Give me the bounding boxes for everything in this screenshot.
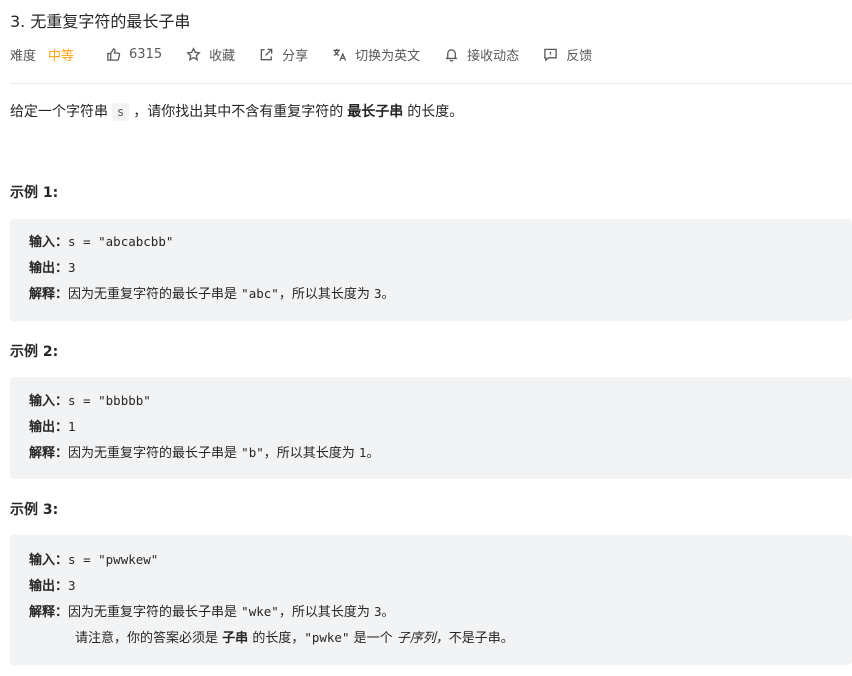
note-end: 不是子串。 — [448, 631, 514, 646]
output-label: 输出： — [29, 579, 69, 594]
example-2-heading: 示例 2: — [10, 344, 59, 360]
output-label: 输出： — [29, 261, 69, 276]
favorite-label: 收藏 — [209, 48, 236, 64]
notify-button[interactable]: 接收动态 — [444, 45, 519, 64]
share-label: 分享 — [282, 48, 309, 64]
problem-title: 3. 无重复字符的最长子串 — [10, 12, 191, 31]
translate-button[interactable]: 切换为英文 — [332, 45, 420, 64]
feedback-button[interactable]: 反馈 — [543, 45, 592, 64]
description-var: s — [112, 103, 130, 121]
example-1-input: 输入：s = "abcabcbb" — [29, 232, 173, 253]
problem-meta-bar: 难度 中等 6315 收藏 分享 切换为英文 接收动态 反馈 — [10, 44, 616, 64]
input-label: 输入： — [29, 235, 69, 250]
example-2-input: 输入：s = "bbbbb" — [29, 391, 151, 412]
example-3-output: 输出：3 — [29, 576, 76, 597]
explanation-pre: 因为无重复字符的最长子串是 — [68, 446, 238, 461]
explanation-pre: 因为无重复字符的最长子串是 — [68, 605, 238, 620]
divider — [10, 83, 852, 84]
note-pre: 请注意，你的答案必须是 — [75, 631, 219, 646]
difficulty-label: 难度 — [10, 48, 37, 64]
share-icon — [260, 48, 273, 60]
example-2-output-value: 1 — [68, 419, 76, 434]
example-1-input-value: s = "abcabcbb" — [68, 234, 174, 249]
notify-label: 接收动态 — [467, 48, 520, 64]
note-is: 是一个 — [353, 631, 393, 646]
problem-description: 给定一个字符串 s ，请你找出其中不含有重复字符的 最长子串 的长度。 — [10, 100, 463, 124]
input-label: 输入： — [29, 394, 69, 409]
example-3-heading: 示例 3: — [10, 502, 59, 518]
example-2-input-value: s = "bbbbb" — [68, 393, 151, 408]
explanation-num: 3 — [373, 604, 382, 619]
like-button[interactable]: 6315 — [106, 47, 162, 62]
example-2-explanation: 解释：因为无重复字符的最长子串是 "b"，所以其长度为 1。 — [29, 443, 379, 464]
note-bold: 子串 — [222, 631, 249, 646]
note-italic: 子序列， — [396, 631, 449, 646]
star-icon — [186, 46, 201, 61]
translate-label: 切换为英文 — [355, 48, 421, 64]
translate-icon — [333, 48, 347, 61]
thumbs-up-icon — [107, 47, 121, 61]
explanation-end: 。 — [366, 446, 380, 461]
description-middle: ，请你找出其中不含有重复字符的 — [133, 104, 344, 120]
bell-icon — [445, 48, 458, 62]
feedback-icon — [544, 48, 557, 62]
example-3-explanation: 解释：因为无重复字符的最长子串是 "wke"，所以其长度为 3。 — [29, 602, 395, 623]
explanation-num: 3 — [373, 286, 382, 301]
note-code: "pwke" — [304, 630, 350, 645]
example-2-box: 输入：s = "bbbbb" 输出：1 解释：因为无重复字符的最长子串是 "b"… — [10, 377, 852, 479]
example-3-note: 请注意，你的答案必须是 子串 的长度，"pwke" 是一个 子序列，不是子串。 — [75, 628, 514, 649]
output-label: 输出： — [29, 420, 69, 435]
explanation-label: 解释： — [29, 605, 69, 620]
explanation-label: 解释： — [29, 446, 69, 461]
explanation-code: "b" — [241, 445, 264, 460]
example-3-input: 输入：s = "pwwkew" — [29, 550, 158, 571]
feedback-label: 反馈 — [566, 48, 593, 64]
difficulty-badge: 中等 — [48, 48, 75, 64]
explanation-mid: ，所以其长度为 — [263, 446, 355, 461]
example-1-output: 输出：3 — [29, 258, 76, 279]
example-1-explanation: 解释：因为无重复字符的最长子串是 "abc"，所以其长度为 3。 — [29, 284, 395, 305]
description-suffix: 的长度。 — [407, 104, 464, 120]
example-1-box: 输入：s = "abcabcbb" 输出：3 解释：因为无重复字符的最长子串是 … — [10, 219, 852, 321]
explanation-mid: ，所以其长度为 — [278, 287, 370, 302]
example-1-heading: 示例 1: — [10, 185, 59, 201]
input-label: 输入： — [29, 553, 69, 568]
example-3-output-value: 3 — [68, 578, 76, 593]
explanation-pre: 因为无重复字符的最长子串是 — [68, 287, 238, 302]
example-1-output-value: 3 — [68, 260, 76, 275]
explanation-end: 。 — [381, 287, 395, 302]
note-mid: 的长度， — [252, 631, 305, 646]
like-count: 6315 — [129, 46, 163, 62]
example-3-box: 输入：s = "pwwkew" 输出：3 解释：因为无重复字符的最长子串是 "w… — [10, 535, 852, 665]
explanation-code: "wke" — [241, 604, 279, 619]
description-bold: 最长子串 — [347, 104, 404, 120]
share-button[interactable]: 分享 — [259, 45, 308, 64]
explanation-mid: ，所以其长度为 — [278, 605, 370, 620]
description-prefix: 给定一个字符串 — [10, 104, 108, 120]
example-2-output: 输出：1 — [29, 417, 76, 438]
explanation-label: 解释： — [29, 287, 69, 302]
explanation-end: 。 — [381, 605, 395, 620]
explanation-code: "abc" — [241, 286, 279, 301]
example-3-input-value: s = "pwwkew" — [68, 552, 159, 567]
favorite-button[interactable]: 收藏 — [186, 45, 235, 64]
